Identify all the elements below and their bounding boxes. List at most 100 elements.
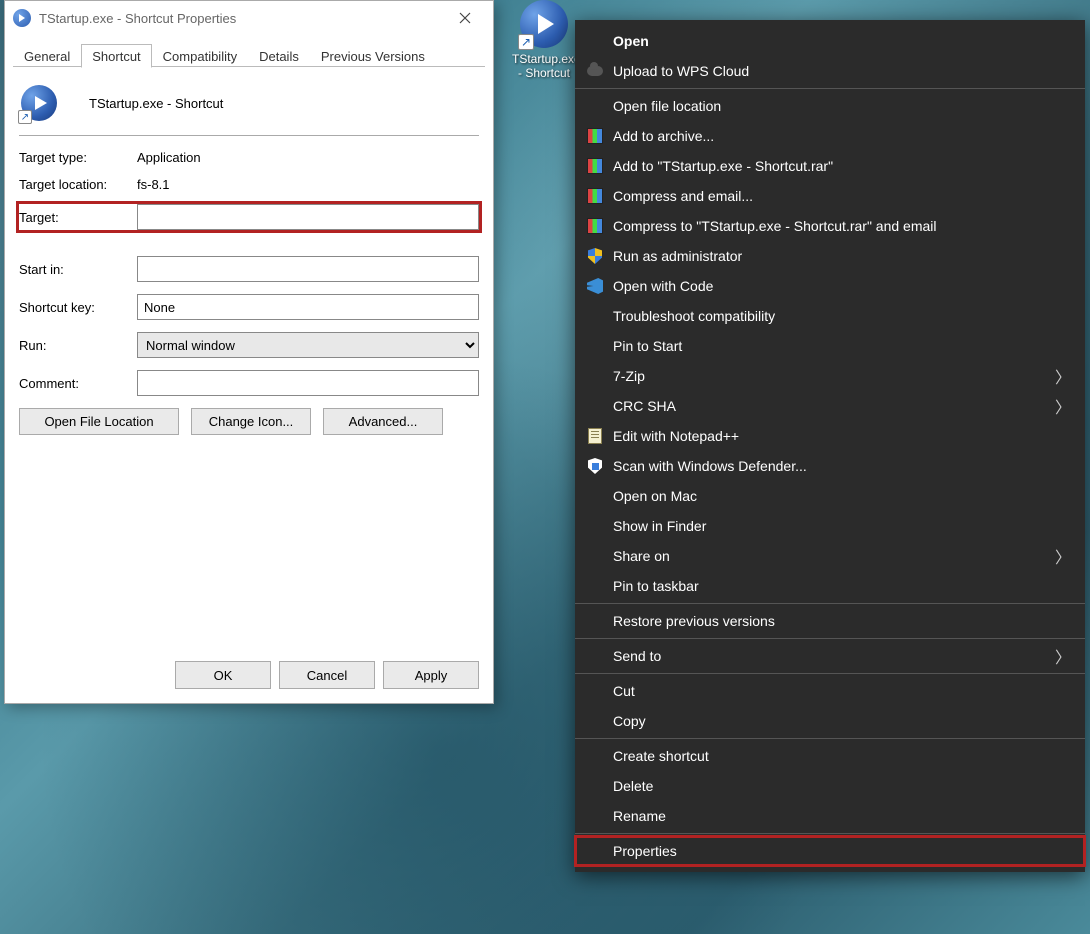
ok-button[interactable]: OK <box>175 661 271 689</box>
target-input[interactable] <box>137 204 479 230</box>
chevron-right-icon: 〉 <box>1055 364 1071 388</box>
close-icon <box>459 12 471 24</box>
tab-shortcut[interactable]: Shortcut <box>81 44 151 68</box>
vscode-icon <box>585 276 605 296</box>
ctx-item-label: Rename <box>613 808 1071 824</box>
dialog-footer: OK Cancel Apply <box>5 651 493 703</box>
blank-icon <box>585 486 605 506</box>
ctx-item[interactable]: Open file location <box>575 91 1085 121</box>
ctx-item[interactable]: Add to "TStartup.exe - Shortcut.rar" <box>575 151 1085 181</box>
row-target-type: Target type: Application <box>19 150 479 165</box>
ctx-item[interactable]: Troubleshoot compatibility <box>575 301 1085 331</box>
row-target: Target: <box>19 204 479 230</box>
label-comment: Comment: <box>19 376 137 391</box>
apply-button[interactable]: Apply <box>383 661 479 689</box>
label-target-location: Target location: <box>19 177 137 192</box>
cancel-button[interactable]: Cancel <box>279 661 375 689</box>
blank-icon <box>585 746 605 766</box>
ctx-item[interactable]: Run as administrator <box>575 241 1085 271</box>
ctx-item-label: Pin to Start <box>613 338 1071 354</box>
change-icon-button[interactable]: Change Icon... <box>191 408 311 435</box>
blank-icon <box>585 841 605 861</box>
chevron-right-icon: 〉 <box>1055 544 1071 568</box>
row-run: Run: Normal window <box>19 332 479 358</box>
ctx-item[interactable]: Cut <box>575 676 1085 706</box>
row-comment: Comment: <box>19 370 479 396</box>
ctx-item[interactable]: Share on〉 <box>575 541 1085 571</box>
blank-icon <box>585 711 605 731</box>
ctx-item-label: CRC SHA <box>613 398 1055 414</box>
tab-compatibility[interactable]: Compatibility <box>152 44 248 67</box>
shortcut-key-input[interactable] <box>137 294 479 320</box>
run-select[interactable]: Normal window <box>137 332 479 358</box>
ctx-item[interactable]: Open with Code <box>575 271 1085 301</box>
tab-general[interactable]: General <box>13 44 81 67</box>
label-run: Run: <box>19 338 137 353</box>
header-row: ↗ TStartup.exe - Shortcut <box>19 79 479 136</box>
blank-icon <box>585 31 605 51</box>
cloud-icon <box>585 61 605 81</box>
start-in-input[interactable] <box>137 256 479 282</box>
ctx-item[interactable]: Create shortcut <box>575 741 1085 771</box>
ctx-item-label: Scan with Windows Defender... <box>613 458 1071 474</box>
desktop-shortcut[interactable]: ↗ TStartup.exe - Shortcut <box>512 0 576 80</box>
ctx-item[interactable]: Restore previous versions <box>575 606 1085 636</box>
ctx-item[interactable]: Compress and email... <box>575 181 1085 211</box>
ctx-item-label: Compress to "TStartup.exe - Shortcut.rar… <box>613 218 1071 234</box>
ctx-item[interactable]: 7-Zip〉 <box>575 361 1085 391</box>
blank-icon <box>585 396 605 416</box>
ctx-item[interactable]: Pin to taskbar <box>575 571 1085 601</box>
header-name: TStartup.exe - Shortcut <box>89 96 223 111</box>
ctx-item-label: Pin to taskbar <box>613 578 1071 594</box>
comment-input[interactable] <box>137 370 479 396</box>
ctx-item[interactable]: Add to archive... <box>575 121 1085 151</box>
books-icon <box>585 126 605 146</box>
ctx-item[interactable]: Delete <box>575 771 1085 801</box>
row-start-in: Start in: <box>19 256 479 282</box>
ctx-item[interactable]: Scan with Windows Defender... <box>575 451 1085 481</box>
blank-icon <box>585 646 605 666</box>
tab-body: ↗ TStartup.exe - Shortcut Target type: A… <box>5 67 493 651</box>
tab-previous-versions[interactable]: Previous Versions <box>310 44 436 67</box>
ctx-item-label: Compress and email... <box>613 188 1071 204</box>
close-button[interactable] <box>445 3 485 33</box>
ctx-item[interactable]: CRC SHA〉 <box>575 391 1085 421</box>
context-menu: Open Upload to WPS Cloud Open file locatio… <box>575 20 1085 872</box>
ctx-item[interactable]: Properties <box>575 836 1085 866</box>
blank-icon <box>585 516 605 536</box>
ctx-item-label: Open <box>613 33 1071 49</box>
blank-icon <box>585 306 605 326</box>
ctx-item-label: Add to archive... <box>613 128 1071 144</box>
ctx-item-label: Create shortcut <box>613 748 1071 764</box>
ctx-item-label: Open with Code <box>613 278 1071 294</box>
ctx-item[interactable]: Edit with Notepad++ <box>575 421 1085 451</box>
tab-details[interactable]: Details <box>248 44 310 67</box>
ctx-item[interactable]: Rename <box>575 801 1085 831</box>
blank-icon <box>585 576 605 596</box>
button-row: Open File Location Change Icon... Advanc… <box>19 408 479 435</box>
ctx-item[interactable]: Compress to "TStartup.exe - Shortcut.rar… <box>575 211 1085 241</box>
open-file-location-button[interactable]: Open File Location <box>19 408 179 435</box>
ctx-item[interactable]: Copy <box>575 706 1085 736</box>
blank-icon <box>585 336 605 356</box>
shortcut-overlay-icon: ↗ <box>18 110 32 124</box>
ctx-item-label: 7-Zip <box>613 368 1055 384</box>
shortcut-icon: ↗ <box>520 0 568 48</box>
ctx-item[interactable]: Upload to WPS Cloud <box>575 56 1085 86</box>
blank-icon <box>585 366 605 386</box>
ctx-item[interactable]: Show in Finder <box>575 511 1085 541</box>
notepad-icon <box>585 426 605 446</box>
ctx-item-label: Open on Mac <box>613 488 1071 504</box>
ctx-item[interactable]: Pin to Start <box>575 331 1085 361</box>
chevron-right-icon: 〉 <box>1055 394 1071 418</box>
advanced-button[interactable]: Advanced... <box>323 408 443 435</box>
ctx-item-label: Upload to WPS Cloud <box>613 63 1071 79</box>
ctx-item[interactable]: Send to〉 <box>575 641 1085 671</box>
shortcut-arrow-icon: ↗ <box>518 34 534 50</box>
ctx-item-label: Copy <box>613 713 1071 729</box>
ctx-item[interactable]: Open on Mac <box>575 481 1085 511</box>
blank-icon <box>585 806 605 826</box>
label-start-in: Start in: <box>19 262 137 277</box>
books-icon <box>585 156 605 176</box>
ctx-item[interactable]: Open <box>575 26 1085 56</box>
